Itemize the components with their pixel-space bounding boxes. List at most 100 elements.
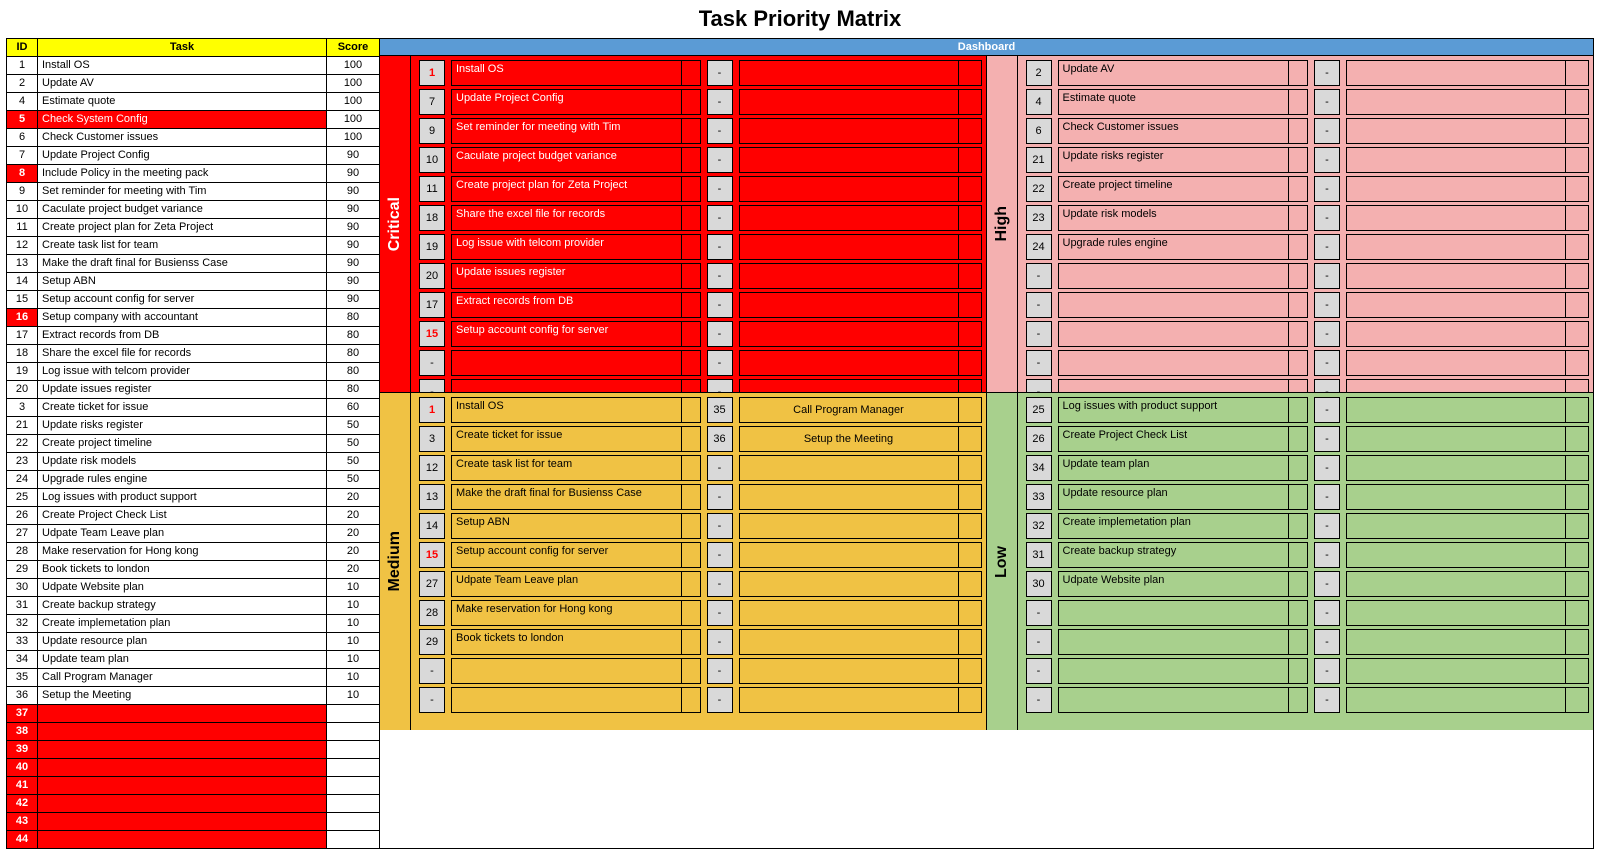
cell-task[interactable]: Check System Config: [38, 111, 327, 129]
quad-row[interactable]: --: [1026, 263, 1590, 289]
quad-id[interactable]: 1: [419, 397, 445, 423]
cell-task[interactable]: Create project timeline: [38, 435, 327, 453]
quad-id2[interactable]: -: [1314, 89, 1340, 115]
quad-id2[interactable]: -: [707, 89, 733, 115]
quad-task[interactable]: Make reservation for Hong kong: [451, 600, 682, 626]
quad-task2[interactable]: [1346, 118, 1566, 144]
quad-task2[interactable]: [1346, 571, 1566, 597]
cell-id[interactable]: 41: [7, 777, 38, 795]
cell-score[interactable]: [327, 759, 380, 777]
quad-id[interactable]: -: [1026, 350, 1052, 376]
quad-id2[interactable]: -: [1314, 397, 1340, 423]
cell-task[interactable]: Setup account config for server: [38, 291, 327, 309]
table-row[interactable]: 43: [7, 813, 380, 831]
quad-id2[interactable]: -: [707, 379, 733, 392]
quad-id[interactable]: 15: [419, 321, 445, 347]
quad-task[interactable]: Update issues register: [451, 263, 682, 289]
quad-row[interactable]: 20Update issues register-: [419, 263, 982, 289]
quad-id2[interactable]: -: [707, 60, 733, 86]
cell-task[interactable]: Setup the Meeting: [38, 687, 327, 705]
cell-task[interactable]: Update Project Config: [38, 147, 327, 165]
quad-task2[interactable]: [739, 234, 959, 260]
quad-id[interactable]: 9: [419, 118, 445, 144]
table-row[interactable]: 10Caculate project budget variance90: [7, 201, 380, 219]
quad-task2[interactable]: [739, 89, 959, 115]
quad-task2[interactable]: [1346, 426, 1566, 452]
cell-score[interactable]: 90: [327, 147, 380, 165]
quad-id[interactable]: -: [419, 350, 445, 376]
quad-task2[interactable]: [1346, 263, 1566, 289]
quad-task[interactable]: Book tickets to london: [451, 629, 682, 655]
table-row[interactable]: 22Create project timeline50: [7, 435, 380, 453]
quad-task2[interactable]: [739, 379, 959, 392]
quad-row[interactable]: 15Setup account config for server-: [419, 321, 982, 347]
table-row[interactable]: 11Create project plan for Zeta Project90: [7, 219, 380, 237]
quad-task[interactable]: Install OS: [451, 397, 682, 423]
cell-score[interactable]: 50: [327, 417, 380, 435]
cell-score[interactable]: 100: [327, 75, 380, 93]
quad-row[interactable]: 1Install OS-: [419, 60, 982, 86]
cell-task[interactable]: Create backup strategy: [38, 597, 327, 615]
table-row[interactable]: 2Update AV100: [7, 75, 380, 93]
quad-id[interactable]: 29: [419, 629, 445, 655]
quad-id2[interactable]: -: [1314, 426, 1340, 452]
quad-id[interactable]: 28: [419, 600, 445, 626]
quad-row[interactable]: 1Install OS35Call Program Manager: [419, 397, 982, 423]
cell-score[interactable]: 20: [327, 525, 380, 543]
cell-task[interactable]: Check Customer issues: [38, 129, 327, 147]
quad-task[interactable]: Check Customer issues: [1058, 118, 1290, 144]
quad-id[interactable]: 11: [419, 176, 445, 202]
cell-score[interactable]: 100: [327, 111, 380, 129]
table-row[interactable]: 8Include Policy in the meeting pack90: [7, 165, 380, 183]
quad-task2[interactable]: [1346, 600, 1566, 626]
quad-task2[interactable]: [739, 658, 959, 684]
cell-id[interactable]: 30: [7, 579, 38, 597]
quad-id2[interactable]: -: [707, 455, 733, 481]
quad-id[interactable]: -: [1026, 292, 1052, 318]
quad-id[interactable]: 13: [419, 484, 445, 510]
quad-id2[interactable]: -: [1314, 263, 1340, 289]
quad-id2[interactable]: -: [1314, 379, 1340, 392]
quad-id2[interactable]: -: [707, 234, 733, 260]
quad-id2[interactable]: -: [707, 205, 733, 231]
cell-task[interactable]: Call Program Manager: [38, 669, 327, 687]
quad-row[interactable]: 18Share the excel file for records-: [419, 205, 982, 231]
table-row[interactable]: 15Setup account config for server90: [7, 291, 380, 309]
quad-id2[interactable]: 35: [707, 397, 733, 423]
cell-score[interactable]: 90: [327, 183, 380, 201]
quad-id2[interactable]: -: [707, 321, 733, 347]
cell-task[interactable]: Update risks register: [38, 417, 327, 435]
table-row[interactable]: 23Update risk models50: [7, 453, 380, 471]
quad-id2[interactable]: -: [707, 687, 733, 713]
quad-id[interactable]: 15: [419, 542, 445, 568]
quad-task2[interactable]: [1346, 60, 1566, 86]
cell-score[interactable]: 10: [327, 651, 380, 669]
quad-task2[interactable]: [739, 60, 959, 86]
quad-id2[interactable]: -: [707, 147, 733, 173]
cell-score[interactable]: 80: [327, 309, 380, 327]
quad-row[interactable]: 11Create project plan for Zeta Project-: [419, 176, 982, 202]
quad-id2[interactable]: -: [1314, 234, 1340, 260]
quad-task[interactable]: Share the excel file for records: [451, 205, 682, 231]
quad-task[interactable]: Create backup strategy: [1058, 542, 1290, 568]
cell-id[interactable]: 2: [7, 75, 38, 93]
table-row[interactable]: 25Log issues with product support20: [7, 489, 380, 507]
cell-task[interactable]: Update AV: [38, 75, 327, 93]
cell-task[interactable]: Include Policy in the meeting pack: [38, 165, 327, 183]
cell-task[interactable]: Make the draft final for Busienss Case: [38, 255, 327, 273]
cell-score[interactable]: 90: [327, 201, 380, 219]
cell-id[interactable]: 8: [7, 165, 38, 183]
quad-task2[interactable]: [1346, 89, 1566, 115]
quad-task[interactable]: Log issue with telcom provider: [451, 234, 682, 260]
quad-id[interactable]: 23: [1026, 205, 1052, 231]
quad-id[interactable]: 4: [1026, 89, 1052, 115]
quad-row[interactable]: 21Update risks register-: [1026, 147, 1590, 173]
quad-row[interactable]: --: [1026, 600, 1590, 626]
table-row[interactable]: 36Setup the Meeting10: [7, 687, 380, 705]
quad-id2[interactable]: -: [1314, 321, 1340, 347]
quad-id[interactable]: -: [1026, 658, 1052, 684]
cell-id[interactable]: 23: [7, 453, 38, 471]
cell-task[interactable]: Make reservation for Hong kong: [38, 543, 327, 561]
cell-task[interactable]: Estimate quote: [38, 93, 327, 111]
cell-score[interactable]: 100: [327, 93, 380, 111]
